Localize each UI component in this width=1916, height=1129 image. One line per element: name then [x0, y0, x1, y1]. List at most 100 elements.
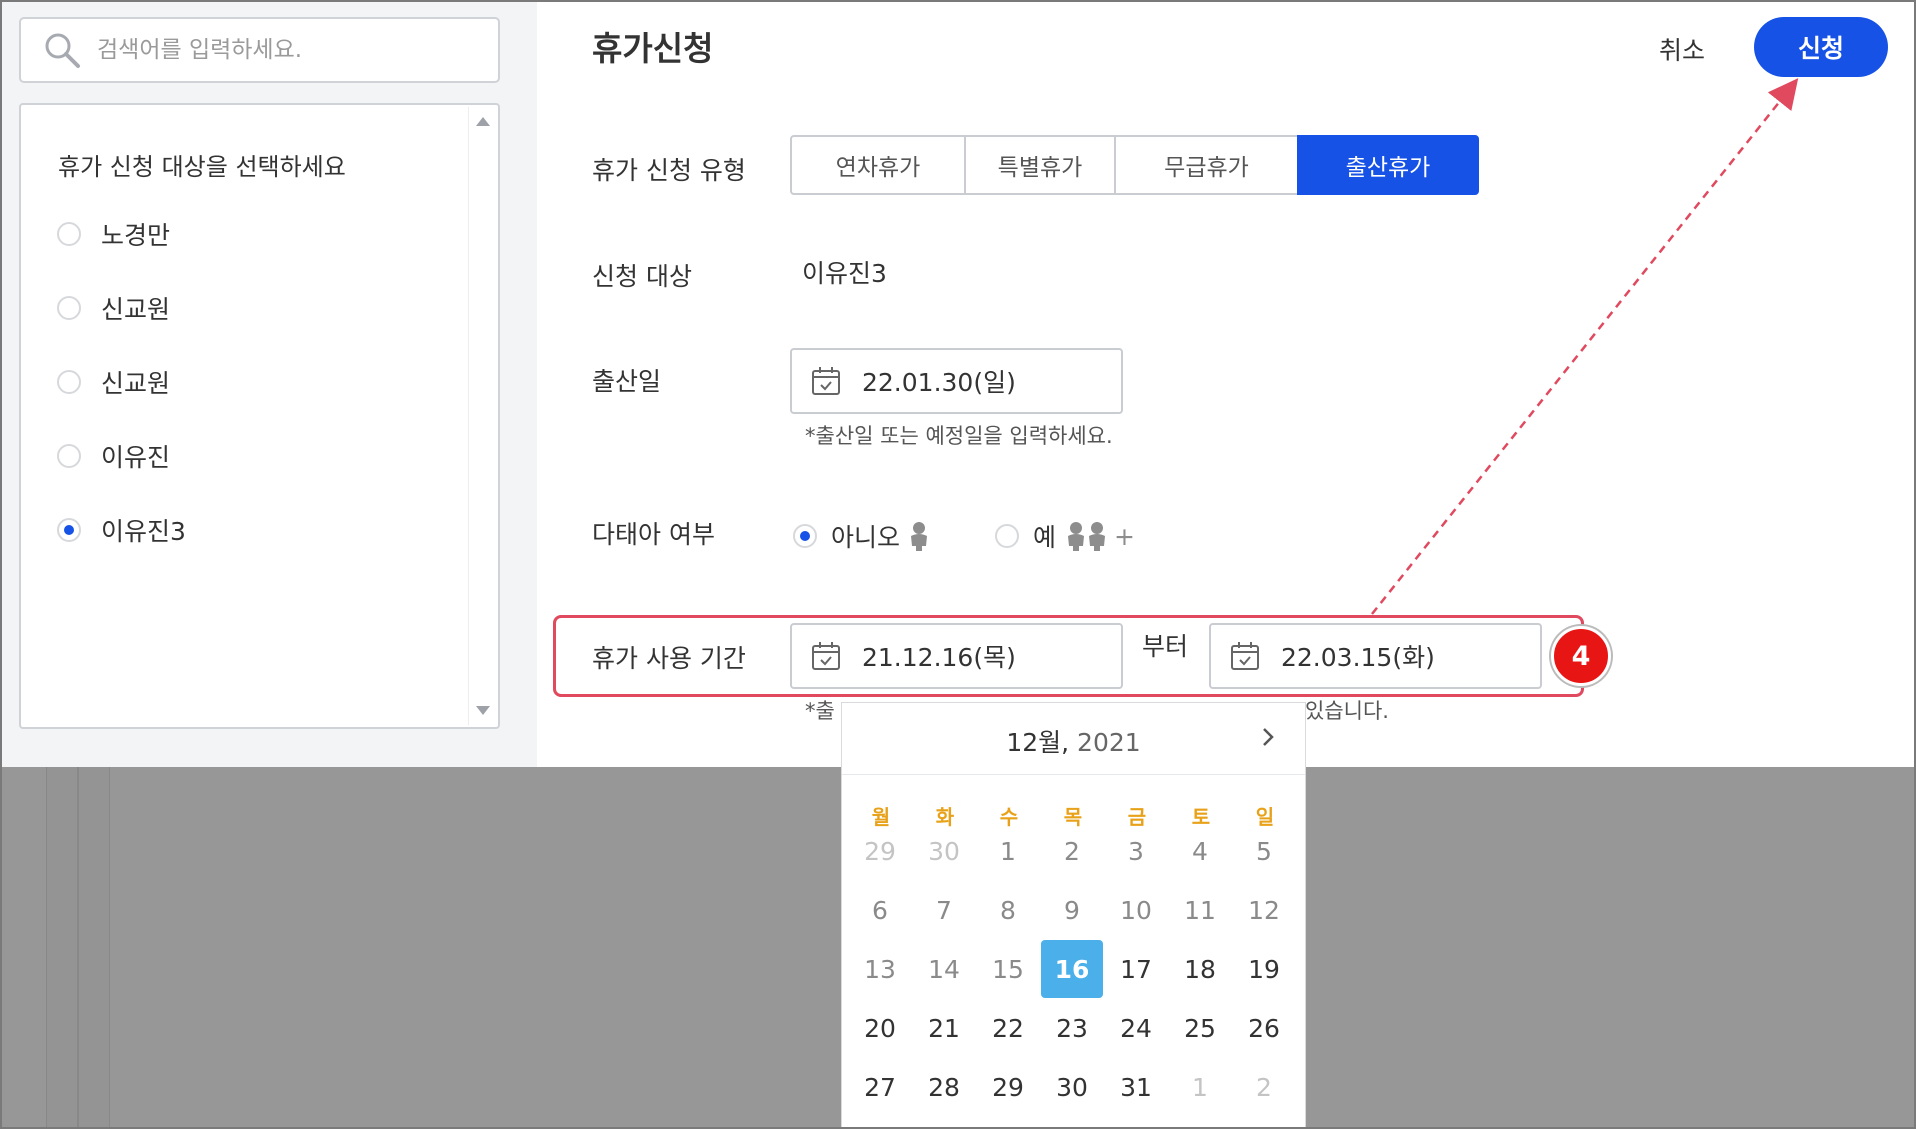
list-scrollbar[interactable] — [468, 107, 496, 725]
tab-annual-leave[interactable]: 연차휴가 — [790, 135, 966, 195]
calendar-day[interactable]: 18 — [1169, 940, 1231, 998]
calendar-day[interactable]: 7 — [913, 881, 975, 939]
period-end-value: 22.03.15(화) — [1281, 643, 1435, 672]
tab-special-leave[interactable]: 특별휴가 — [964, 135, 1116, 195]
cancel-button[interactable]: 취소 — [1642, 24, 1722, 74]
target-list-title: 휴가 신청 대상을 선택하세요 — [58, 153, 346, 181]
leave-type-tabs: 연차휴가 특별휴가 무급휴가 출산휴가 — [790, 135, 1479, 195]
calendar-day[interactable]: 1 — [1169, 1058, 1231, 1116]
target-value: 이유진3 — [802, 259, 887, 288]
calendar-day[interactable]: 5 — [1233, 822, 1295, 880]
calendar-icon — [812, 367, 840, 395]
calendar-day[interactable]: 31 — [1105, 1058, 1167, 1116]
period-end-input[interactable]: 22.03.15(화) — [1209, 623, 1542, 689]
calendar-day[interactable]: 29 — [849, 822, 911, 880]
calendar-day[interactable]: 20 — [849, 999, 911, 1057]
radio-button-checked[interactable] — [793, 524, 817, 548]
search-icon — [45, 33, 80, 68]
period-start-value: 21.12.16(목) — [862, 643, 1016, 672]
multiple-no-label: 아니오 — [831, 523, 901, 552]
calendar-day[interactable]: 3 — [1105, 822, 1167, 880]
birth-date-label: 출산일 — [592, 367, 662, 396]
calendar-day[interactable]: 22 — [977, 999, 1039, 1057]
multiple-yes-label: 예 — [1033, 523, 1057, 552]
calendar-day[interactable]: 17 — [1105, 940, 1167, 998]
scroll-up-arrow-icon[interactable] — [476, 117, 490, 126]
calendar-day[interactable]: 13 — [849, 940, 911, 998]
target-option-label: 이유진 — [101, 443, 171, 472]
target-selection-panel: 휴가 신청 대상을 선택하세요 노경만 신교원 신교원 이유진 이유진3 — [2, 2, 537, 767]
radio-button[interactable] — [57, 444, 81, 468]
period-hint-fragment: 있습니다. — [1305, 699, 1389, 723]
scroll-down-arrow-icon[interactable] — [476, 706, 490, 715]
radio-button[interactable] — [57, 370, 81, 394]
multiple-yes-option[interactable]: 예 + — [995, 518, 1135, 554]
calendar-day[interactable]: 27 — [849, 1058, 911, 1116]
calendar-day[interactable]: 29 — [977, 1058, 1039, 1116]
calendar-day[interactable]: 2 — [1233, 1058, 1295, 1116]
calendar-day[interactable]: 11 — [1169, 881, 1231, 939]
twin-babies-icon — [1068, 522, 1106, 551]
tab-unpaid-leave[interactable]: 무급휴가 — [1114, 135, 1299, 195]
plus-label: + — [1114, 521, 1135, 551]
calendar-day[interactable]: 8 — [977, 881, 1039, 939]
calendar-day[interactable]: 14 — [913, 940, 975, 998]
target-option-label: 신교원 — [101, 369, 171, 398]
radio-button[interactable] — [57, 222, 81, 246]
target-option-label: 이유진3 — [101, 517, 186, 546]
leave-type-label: 휴가 신청 유형 — [592, 156, 746, 185]
next-month-button[interactable] — [1253, 723, 1283, 753]
calendar-day[interactable]: 23 — [1041, 999, 1103, 1057]
date-picker: 12월, 2021 월화수목금토일 29 30 1 2 3 4 5 6 7 8 9 10 11 12 13 1… — [841, 702, 1306, 1127]
target-option[interactable]: 신교원 — [57, 362, 170, 402]
calendar-day[interactable]: 30 — [1041, 1058, 1103, 1116]
calendar-day[interactable]: 9 — [1041, 881, 1103, 939]
birth-date-value: 22.01.30(일) — [862, 368, 1016, 397]
target-list: 휴가 신청 대상을 선택하세요 노경만 신교원 신교원 이유진 이유진3 — [19, 103, 500, 729]
calendar-day[interactable]: 25 — [1169, 999, 1231, 1057]
calendar-day[interactable]: 6 — [849, 881, 911, 939]
calendar-day[interactable]: 1 — [977, 822, 1039, 880]
calendar-day[interactable]: 26 — [1233, 999, 1295, 1057]
tab-maternity-leave[interactable]: 출산휴가 — [1297, 135, 1479, 195]
target-option[interactable]: 이유진 — [57, 436, 170, 476]
background-column — [46, 767, 78, 1127]
single-baby-icon — [911, 522, 928, 551]
calendar-day[interactable]: 19 — [1233, 940, 1295, 998]
multiple-no-option[interactable]: 아니오 — [793, 518, 932, 554]
target-option[interactable]: 신교원 — [57, 288, 170, 328]
target-option-selected[interactable]: 이유진3 — [57, 510, 186, 550]
calendar-day[interactable]: 24 — [1105, 999, 1167, 1057]
calendar-day[interactable]: 30 — [913, 822, 975, 880]
target-option-label: 신교원 — [101, 295, 171, 324]
calendar-icon — [1231, 642, 1259, 670]
birth-date-input[interactable]: 22.01.30(일) — [790, 348, 1123, 414]
calendar-day-selected[interactable]: 16 — [1041, 940, 1103, 998]
page-title: 휴가신청 — [592, 29, 714, 68]
calendar-day[interactable]: 15 — [977, 940, 1039, 998]
date-picker-header: 12월, 2021 — [842, 703, 1305, 775]
submit-button[interactable]: 신청 — [1754, 17, 1888, 77]
calendar-day[interactable]: 4 — [1169, 822, 1231, 880]
calendar-day[interactable]: 2 — [1041, 822, 1103, 880]
calendar-day[interactable]: 12 — [1233, 881, 1295, 939]
radio-button[interactable] — [57, 296, 81, 320]
search-input[interactable] — [97, 37, 477, 63]
calendar-month-year: 12월, 2021 — [842, 723, 1305, 759]
target-option-label: 노경만 — [101, 221, 171, 250]
calendar-icon — [812, 642, 840, 670]
radio-button-checked[interactable] — [57, 518, 81, 542]
app-frame: 휴가 신청 대상을 선택하세요 노경만 신교원 신교원 이유진 이유진3 — [0, 0, 1916, 1129]
calendar-day[interactable]: 21 — [913, 999, 975, 1057]
calendar-day[interactable]: 28 — [913, 1058, 975, 1116]
multiple-birth-label: 다태아 여부 — [592, 520, 715, 549]
radio-button[interactable] — [995, 524, 1019, 548]
step-badge: 4 — [1551, 626, 1611, 686]
search-box[interactable] — [19, 17, 500, 83]
calendar-day[interactable]: 10 — [1105, 881, 1167, 939]
target-option[interactable]: 노경만 — [57, 214, 170, 254]
background-column — [78, 767, 110, 1127]
chevron-right-icon — [1263, 727, 1274, 746]
period-start-input[interactable]: 21.12.16(목) — [790, 623, 1123, 689]
period-hint-fragment: *출 — [805, 699, 835, 723]
